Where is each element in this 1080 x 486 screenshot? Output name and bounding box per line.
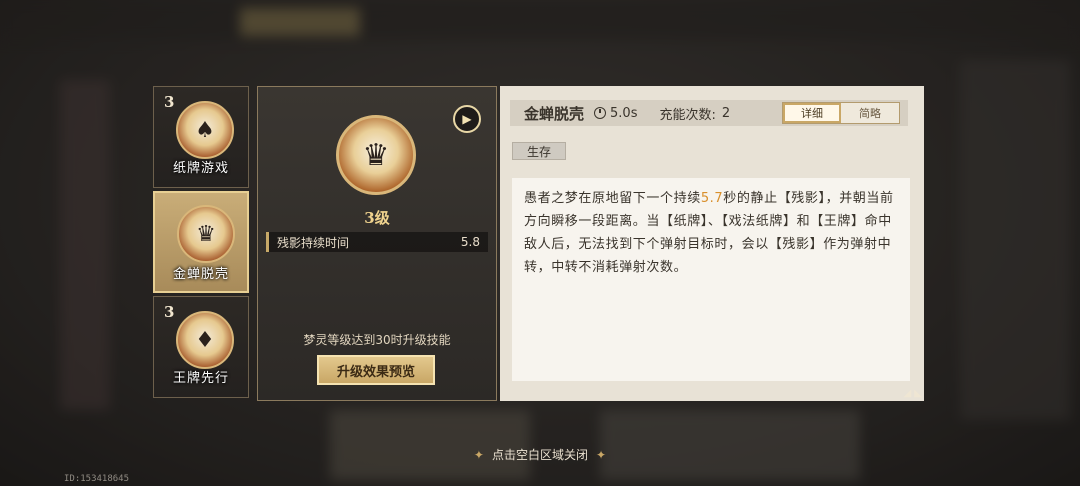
- ace-card-skill-icon: ♦: [176, 311, 234, 369]
- detail-tab-group: 详细 简略: [782, 102, 900, 124]
- diamond-icon: ✦: [473, 448, 484, 462]
- clock-icon: [594, 107, 607, 119]
- stat-row: 残影持续时间 5.8: [266, 232, 488, 252]
- skill-detail-panel: 金蝉脱壳 5.0s 充能次数: 2 详细 简略 生存 愚者之梦在原地留下一个持续…: [500, 86, 924, 401]
- skill-detail-header: 金蝉脱壳 5.0s 充能次数: 2 详细 简略: [510, 100, 908, 126]
- top-hat-skill-icon: ♛: [177, 205, 235, 263]
- upgrade-preview-button[interactable]: 升级效果预览: [317, 355, 435, 385]
- stat-value: 5.8: [460, 235, 480, 249]
- skill-name: 纸牌游戏: [172, 161, 229, 176]
- desc-highlight: 5.7: [700, 191, 724, 206]
- skill-name: 金蝉脱壳: [172, 267, 229, 282]
- close-hint-text: 点击空白区域关闭: [491, 448, 588, 462]
- tab-brief[interactable]: 简略: [841, 103, 899, 123]
- charge-label: 充能次数:: [659, 107, 716, 123]
- skill-slot-2[interactable]: ♛ 金蝉脱壳: [153, 191, 249, 293]
- desc-text: 愚者之梦在原地留下一个持续: [524, 191, 701, 206]
- skill-name: 王牌先行: [172, 371, 229, 386]
- skill-level: 3: [164, 303, 175, 321]
- skill-slot-1[interactable]: 3 ♠ 纸牌游戏: [153, 86, 249, 188]
- skill-level: 3: [164, 93, 175, 111]
- play-video-icon[interactable]: ▶: [453, 105, 481, 133]
- skill-description: 愚者之梦在原地留下一个持续5.7秒的静止【残影】，并朝当前方向瞬移一段距离。当【…: [512, 178, 910, 381]
- skill-tag: 生存: [512, 142, 566, 160]
- top-hat-skill-icon-large: ♛: [336, 115, 416, 195]
- diamond-icon: ✦: [596, 448, 607, 462]
- upgrade-hint: 梦灵等级达到30时升级技能: [303, 333, 451, 347]
- skill-list: 3 ♠ 纸牌游戏 ♛ 金蝉脱壳 3 ♦ 王牌先行: [153, 86, 249, 401]
- tab-detailed[interactable]: 详细: [783, 103, 841, 123]
- charge-value: 2: [721, 105, 731, 121]
- corner-ornament-icon: ◢ ◣: [903, 388, 922, 399]
- skill-level-panel: ♛ ▶ 3级 残影持续时间 5.8 梦灵等级达到30时升级技能 升级效果预览: [257, 86, 497, 401]
- close-hint[interactable]: ✦ 点击空白区域关闭 ✦: [0, 446, 1080, 463]
- user-id: ID:153418645: [64, 474, 130, 484]
- cooldown-value: 5.0s: [610, 105, 638, 121]
- skill-title: 金蝉脱壳: [524, 104, 585, 123]
- skill-level-label: 3级: [364, 209, 390, 227]
- skill-slot-3[interactable]: 3 ♦ 王牌先行: [153, 296, 249, 398]
- stat-name: 残影持续时间: [277, 235, 350, 250]
- card-game-skill-icon: ♠: [176, 101, 234, 159]
